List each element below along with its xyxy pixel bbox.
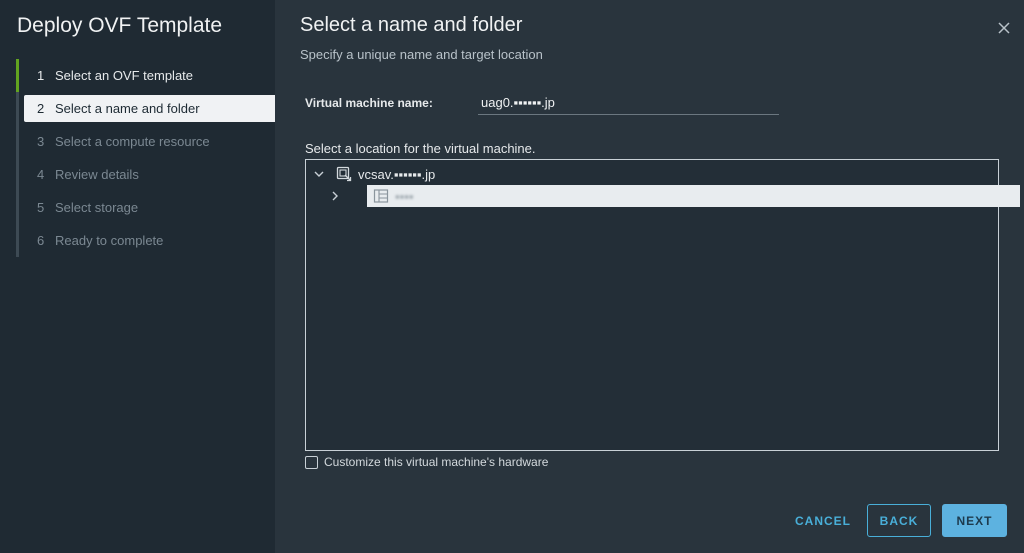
location-tree[interactable]: vcsav.▪▪▪▪▪▪.jp ▪▪▪▪: [305, 159, 1020, 451]
next-button[interactable]: NEXT: [942, 504, 1007, 537]
step-list: 1 Select an OVF template 2 Select a name…: [16, 59, 275, 257]
customize-hardware-checkbox[interactable]: [305, 455, 318, 469]
step-select-compute-resource: 3 Select a compute resource: [19, 125, 275, 158]
tree-node-selected-row[interactable]: ▪▪▪▪: [367, 185, 1020, 207]
step-number: 1: [37, 68, 45, 83]
back-button[interactable]: BACK: [867, 504, 931, 537]
step-label: Select a compute resource: [55, 134, 210, 149]
step-review-details: 4 Review details: [19, 158, 275, 191]
cancel-button[interactable]: CANCEL: [790, 504, 856, 537]
customize-hardware-label: Customize this virtual machine's hardwar…: [324, 455, 549, 469]
wizard-sidebar: Deploy OVF Template 1 Select an OVF temp…: [0, 0, 275, 553]
close-icon[interactable]: [996, 20, 1012, 36]
vcenter-icon: [336, 166, 352, 182]
chevron-down-icon[interactable]: [312, 167, 326, 181]
vm-name-label: Virtual machine name:: [305, 96, 433, 110]
wizard-title: Deploy OVF Template: [17, 14, 223, 37]
step-label: Ready to complete: [55, 233, 164, 248]
step-select-ovf-template[interactable]: 1 Select an OVF template: [16, 59, 275, 92]
step-ready-to-complete: 6 Ready to complete: [19, 224, 275, 257]
step-number: 5: [37, 200, 45, 215]
location-label: Select a location for the virtual machin…: [305, 141, 536, 156]
tree-node-datacenter[interactable]: ▪▪▪▪: [328, 185, 1020, 207]
step-number: 4: [37, 167, 45, 182]
tree-node-vcenter[interactable]: vcsav.▪▪▪▪▪▪.jp: [312, 163, 435, 185]
step-number: 2: [37, 101, 45, 116]
step-select-name-folder[interactable]: 2 Select a name and folder: [24, 95, 275, 122]
step-number: 3: [37, 134, 45, 149]
customize-hardware-option[interactable]: Customize this virtual machine's hardwar…: [305, 455, 548, 469]
step-label: Select storage: [55, 200, 139, 215]
page-subtitle: Specify a unique name and target locatio…: [300, 47, 543, 62]
tree-node-label: ▪▪▪▪: [395, 188, 414, 204]
step-label: Review details: [55, 167, 139, 182]
step-label: Select a name and folder: [55, 101, 200, 116]
tree-node-label: vcsav.▪▪▪▪▪▪.jp: [358, 166, 436, 182]
step-number: 6: [37, 233, 45, 248]
vm-name-input[interactable]: [478, 91, 779, 115]
step-select-storage: 5 Select storage: [19, 191, 275, 224]
step-label: Select an OVF template: [55, 68, 194, 83]
page-title: Select a name and folder: [300, 14, 523, 36]
datacenter-icon: [373, 189, 389, 203]
chevron-right-icon[interactable]: [328, 189, 342, 203]
